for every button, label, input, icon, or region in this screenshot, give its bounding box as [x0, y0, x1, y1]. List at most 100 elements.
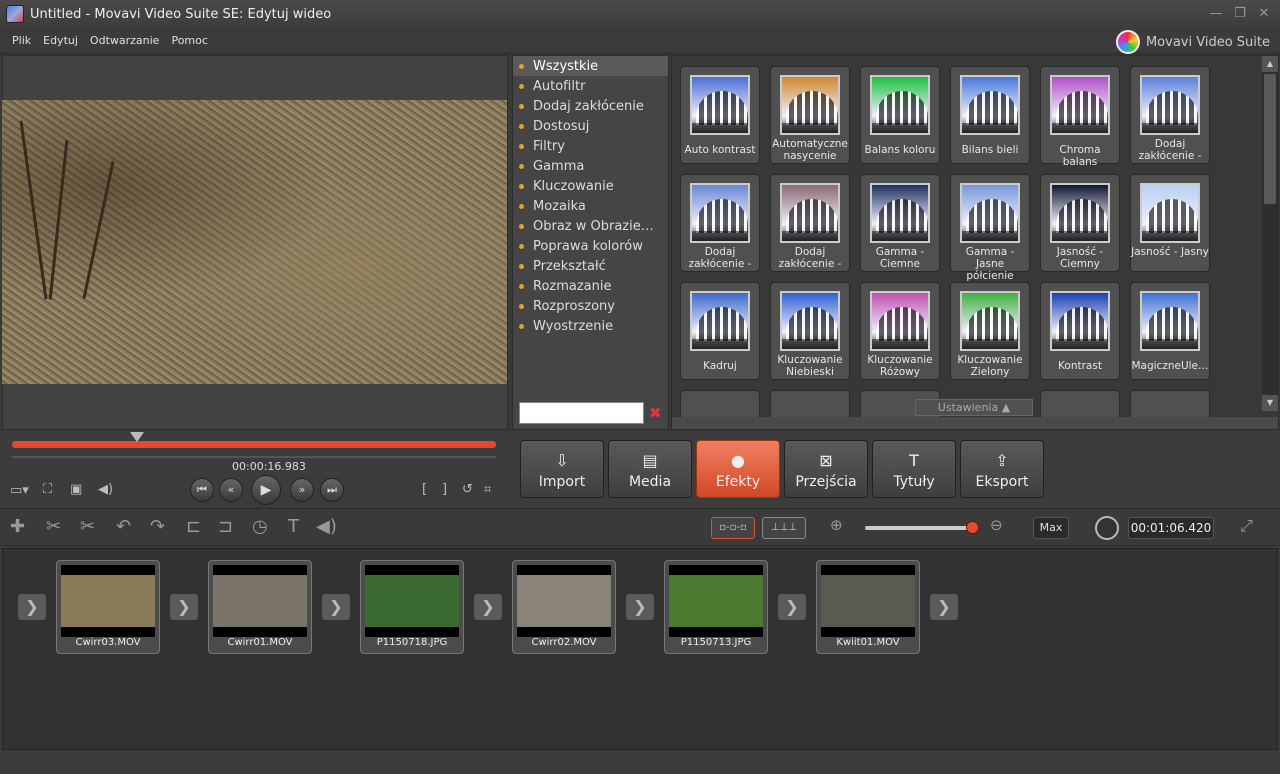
mode-button-eksport[interactable]: ⇪ Eksport: [960, 440, 1044, 498]
menu-pomoc[interactable]: Pomoc: [165, 34, 213, 47]
zoom-max-button[interactable]: Max: [1033, 517, 1069, 539]
effect-tile[interactable]: Bilans bieli: [950, 66, 1030, 164]
mode-button-media[interactable]: ▤ Media: [608, 440, 692, 498]
mode-button-przejścia[interactable]: ⊠ Przejścia: [784, 440, 868, 498]
storyboard-clip[interactable]: P1150718.JPG: [360, 560, 464, 654]
effect-tile[interactable]: Dodaj zakłócenie -: [770, 174, 850, 272]
category-item[interactable]: Mozaika: [513, 196, 668, 216]
redo-icon[interactable]: ↷: [150, 516, 165, 537]
rotate-icon[interactable]: ↺: [462, 482, 473, 497]
forward-button[interactable]: »: [290, 478, 314, 502]
category-item[interactable]: Autofiltr: [513, 76, 668, 96]
add-icon[interactable]: ✚: [10, 516, 25, 537]
effect-tile[interactable]: Gamma - Jasne półcienie: [950, 174, 1030, 282]
effect-tile[interactable]: Kluczowanie Zielony: [950, 282, 1030, 380]
scroll-up-icon[interactable]: ▲: [1262, 56, 1278, 72]
clear-search-icon[interactable]: ✖: [649, 404, 662, 422]
cut-icon[interactable]: ✂: [80, 516, 95, 537]
effect-tile[interactable]: Balans koloru: [860, 66, 940, 164]
crop-icon[interactable]: ⌗: [484, 482, 491, 497]
transition-slot-icon[interactable]: ❯: [626, 594, 654, 620]
play-button[interactable]: ▶: [251, 475, 281, 505]
titles-tool-icon[interactable]: T: [288, 516, 299, 537]
mark-out-icon[interactable]: ]: [442, 482, 447, 497]
effect-search-input[interactable]: [519, 402, 644, 424]
effect-tile[interactable]: Kontrast: [1040, 282, 1120, 380]
transition-slot-icon[interactable]: ❯: [930, 594, 958, 620]
effect-tile-partial[interactable]: [770, 390, 850, 420]
volume-icon[interactable]: ◀): [98, 482, 113, 497]
mark-in-icon[interactable]: [: [422, 482, 427, 497]
transition-slot-icon[interactable]: ❯: [18, 594, 46, 620]
menu-edytuj[interactable]: Edytuj: [37, 34, 84, 47]
settings-tab[interactable]: Ustawienia ▲: [915, 399, 1033, 416]
transition-slot-icon[interactable]: ❯: [170, 594, 198, 620]
record-audio-icon[interactable]: ◀): [316, 516, 337, 537]
storyboard-clip[interactable]: Cwirr02.MOV: [512, 560, 616, 654]
minimize-icon[interactable]: —: [1206, 4, 1226, 24]
rewind-button[interactable]: «: [219, 478, 243, 502]
storyboard-scrollbar[interactable]: [0, 750, 1280, 774]
mode-button-import[interactable]: ⇩ Import: [520, 440, 604, 498]
category-item[interactable]: Obraz w Obrazie…: [513, 216, 668, 236]
effect-tile[interactable]: Jasność - Ciemny: [1040, 174, 1120, 272]
storyboard-clip[interactable]: P1150713.JPG: [664, 560, 768, 654]
go-end-button[interactable]: ⏭: [320, 478, 344, 502]
timeline-view-button[interactable]: ⊥⊥⊥: [762, 517, 806, 539]
category-item[interactable]: Kluczowanie: [513, 176, 668, 196]
3d-mode-icon[interactable]: ▭▾: [10, 483, 29, 498]
category-item[interactable]: Dodaj zakłócenie: [513, 96, 668, 116]
menu-odtwarzanie[interactable]: Odtwarzanie: [84, 34, 166, 47]
go-start-button[interactable]: ⏮: [190, 478, 214, 502]
scrollbar-thumb[interactable]: [1264, 74, 1276, 204]
effects-hscroll[interactable]: [672, 417, 1278, 429]
storyboard-clip[interactable]: Cwirr03.MOV: [56, 560, 160, 654]
preview-progress[interactable]: [12, 441, 496, 448]
category-item[interactable]: Wszystkie: [513, 56, 668, 76]
restore-icon[interactable]: ❐: [1230, 4, 1250, 24]
effect-tile[interactable]: Kluczowanie Różowy: [860, 282, 940, 380]
category-item[interactable]: Filtry: [513, 136, 668, 156]
close-icon[interactable]: ✕: [1254, 4, 1274, 24]
scroll-down-icon[interactable]: ▼: [1262, 395, 1278, 411]
menu-plik[interactable]: Plik: [6, 34, 37, 47]
effect-tile-partial[interactable]: [680, 390, 760, 420]
storyboard-clip[interactable]: Kwiit01.MOV: [816, 560, 920, 654]
undo-icon[interactable]: ↶: [116, 516, 131, 537]
video-preview[interactable]: [2, 100, 507, 384]
transition-slot-icon[interactable]: ❯: [778, 594, 806, 620]
category-item[interactable]: Gamma: [513, 156, 668, 176]
effect-tile[interactable]: Dodaj zakłócenie -: [1130, 66, 1210, 164]
category-item[interactable]: Poprawa kolorów: [513, 236, 668, 256]
duration-icon[interactable]: ◷: [252, 516, 268, 537]
zoom-out-icon[interactable]: ⊖: [990, 516, 1003, 534]
crop-tool-icon[interactable]: ⊏: [186, 516, 201, 537]
effects-scrollbar[interactable]: ▲ ▼: [1262, 56, 1278, 411]
effect-tile[interactable]: Dodaj zakłócenie -: [680, 174, 760, 272]
category-item[interactable]: Rozmazanie: [513, 276, 668, 296]
effect-tile[interactable]: Jasność - Jasny: [1130, 174, 1210, 272]
expand-icon[interactable]: ⤢: [1240, 516, 1253, 536]
effect-tile[interactable]: Chroma balans: [1040, 66, 1120, 168]
category-item[interactable]: Wyostrzenie: [513, 316, 668, 336]
effect-tile[interactable]: Automatyczne nasycenie: [770, 66, 850, 164]
effect-tile-partial[interactable]: [1040, 390, 1120, 420]
category-item[interactable]: Rozproszony: [513, 296, 668, 316]
effect-tile-partial[interactable]: [1130, 390, 1210, 420]
zoom-slider-knob[interactable]: [966, 521, 979, 534]
category-item[interactable]: Dostosuj: [513, 116, 668, 136]
effect-tile[interactable]: Kadruj: [680, 282, 760, 380]
storyboard-view-button[interactable]: ▫-▫-▫: [711, 517, 755, 539]
aspect-icon[interactable]: ▣: [70, 482, 82, 497]
mode-button-efekty[interactable]: ● Efekty: [696, 440, 780, 498]
storyboard-clip[interactable]: Cwirr01.MOV: [208, 560, 312, 654]
zoom-slider[interactable]: [865, 526, 973, 530]
category-item[interactable]: Przekształć: [513, 256, 668, 276]
mode-button-tytuły[interactable]: T Tytuły: [872, 440, 956, 498]
effect-tile[interactable]: MagiczneUle…: [1130, 282, 1210, 380]
split-icon[interactable]: ✂: [46, 516, 61, 537]
effect-tile[interactable]: Kluczowanie Niebieski: [770, 282, 850, 380]
effect-tile[interactable]: Gamma - Ciemne: [860, 174, 940, 272]
effect-tile[interactable]: Auto kontrast: [680, 66, 760, 164]
zoom-in-icon[interactable]: ⊕: [830, 516, 843, 534]
